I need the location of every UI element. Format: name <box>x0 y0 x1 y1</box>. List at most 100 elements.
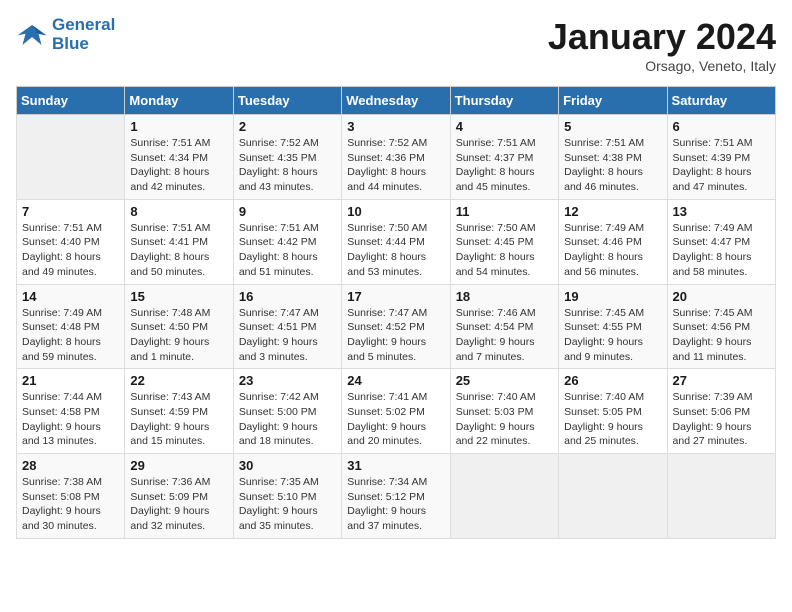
day-info: Sunrise: 7:41 AM Sunset: 5:02 PM Dayligh… <box>347 390 444 449</box>
day-number: 29 <box>130 458 227 473</box>
day-number: 7 <box>22 204 119 219</box>
day-number: 27 <box>673 373 770 388</box>
page-header: General Blue January 2024 Orsago, Veneto… <box>16 16 776 74</box>
day-info: Sunrise: 7:52 AM Sunset: 4:36 PM Dayligh… <box>347 136 444 195</box>
calendar-cell: 11Sunrise: 7:50 AM Sunset: 4:45 PM Dayli… <box>450 199 558 284</box>
day-number: 8 <box>130 204 227 219</box>
day-number: 5 <box>564 119 661 134</box>
day-info: Sunrise: 7:49 AM Sunset: 4:47 PM Dayligh… <box>673 221 770 280</box>
day-info: Sunrise: 7:47 AM Sunset: 4:52 PM Dayligh… <box>347 306 444 365</box>
day-info: Sunrise: 7:40 AM Sunset: 5:05 PM Dayligh… <box>564 390 661 449</box>
column-header-friday: Friday <box>559 87 667 115</box>
calendar-cell: 14Sunrise: 7:49 AM Sunset: 4:48 PM Dayli… <box>17 284 125 369</box>
month-title: January 2024 <box>548 16 776 58</box>
calendar-cell: 12 Sunrise: 7:49 AM Sunset: 4:46 PM Dayli… <box>559 199 667 284</box>
title-block: January 2024 Orsago, Veneto, Italy <box>548 16 776 74</box>
day-info: Sunrise: 7:45 AM Sunset: 4:56 PM Dayligh… <box>673 306 770 365</box>
day-info: Sunrise: 7:39 AM Sunset: 5:06 PM Dayligh… <box>673 390 770 449</box>
calendar-cell: 20 Sunrise: 7:45 AM Sunset: 4:56 PM Dayli… <box>667 284 775 369</box>
day-info: Sunrise: 7:50 AM Sunset: 4:44 PM Dayligh… <box>347 221 444 280</box>
column-header-monday: Monday <box>125 87 233 115</box>
calendar-cell: 29 Sunrise: 7:36 AM Sunset: 5:09 PM Dayli… <box>125 454 233 539</box>
logo-text: General Blue <box>52 16 115 53</box>
calendar-cell: 21 Sunrise: 7:44 AM Sunset: 4:58 PM Dayli… <box>17 369 125 454</box>
calendar-cell: 10 Sunrise: 7:50 AM Sunset: 4:44 PM Dayli… <box>342 199 450 284</box>
day-number: 26 <box>564 373 661 388</box>
logo: General Blue <box>16 16 115 53</box>
day-number: 28 <box>22 458 119 473</box>
day-info: Sunrise: 7:51 AM Sunset: 4:38 PM Dayligh… <box>564 136 661 195</box>
day-info: Sunrise: 7:38 AM Sunset: 5:08 PM Dayligh… <box>22 475 119 534</box>
day-number: 12 <box>564 204 661 219</box>
calendar-cell: 18Sunrise: 7:46 AM Sunset: 4:54 PM Dayli… <box>450 284 558 369</box>
day-number: 20 <box>673 289 770 304</box>
day-info: Sunrise: 7:51 AM Sunset: 4:42 PM Dayligh… <box>239 221 336 280</box>
day-info: Sunrise: 7:35 AM Sunset: 5:10 PM Dayligh… <box>239 475 336 534</box>
day-info: Sunrise: 7:50 AM Sunset: 4:45 PM Dayligh… <box>456 221 553 280</box>
day-number: 18 <box>456 289 553 304</box>
day-number: 31 <box>347 458 444 473</box>
calendar-cell <box>17 115 125 200</box>
calendar-week-2: 14Sunrise: 7:49 AM Sunset: 4:48 PM Dayli… <box>17 284 776 369</box>
calendar-table: SundayMondayTuesdayWednesdayThursdayFrid… <box>16 86 776 539</box>
day-number: 4 <box>456 119 553 134</box>
day-number: 30 <box>239 458 336 473</box>
day-number: 3 <box>347 119 444 134</box>
day-info: Sunrise: 7:51 AM Sunset: 4:39 PM Dayligh… <box>673 136 770 195</box>
column-header-saturday: Saturday <box>667 87 775 115</box>
day-info: Sunrise: 7:40 AM Sunset: 5:03 PM Dayligh… <box>456 390 553 449</box>
calendar-cell <box>559 454 667 539</box>
day-number: 17 <box>347 289 444 304</box>
day-info: Sunrise: 7:48 AM Sunset: 4:50 PM Dayligh… <box>130 306 227 365</box>
day-info: Sunrise: 7:47 AM Sunset: 4:51 PM Dayligh… <box>239 306 336 365</box>
logo-icon <box>16 21 48 49</box>
calendar-cell: 26 Sunrise: 7:40 AM Sunset: 5:05 PM Dayli… <box>559 369 667 454</box>
column-header-sunday: Sunday <box>17 87 125 115</box>
calendar-header: SundayMondayTuesdayWednesdayThursdayFrid… <box>17 87 776 115</box>
calendar-cell: 19Sunrise: 7:45 AM Sunset: 4:55 PM Dayli… <box>559 284 667 369</box>
calendar-cell: 4 Sunrise: 7:51 AM Sunset: 4:37 PM Daylig… <box>450 115 558 200</box>
calendar-cell: 2Sunrise: 7:52 AM Sunset: 4:35 PM Daylig… <box>233 115 341 200</box>
day-info: Sunrise: 7:49 AM Sunset: 4:46 PM Dayligh… <box>564 221 661 280</box>
calendar-cell: 1 Sunrise: 7:51 AM Sunset: 4:34 PM Daylig… <box>125 115 233 200</box>
calendar-cell: 28 Sunrise: 7:38 AM Sunset: 5:08 PM Dayli… <box>17 454 125 539</box>
day-number: 1 <box>130 119 227 134</box>
day-info: Sunrise: 7:45 AM Sunset: 4:55 PM Dayligh… <box>564 306 661 365</box>
day-number: 15 <box>130 289 227 304</box>
calendar-cell: 23Sunrise: 7:42 AM Sunset: 5:00 PM Dayli… <box>233 369 341 454</box>
day-number: 22 <box>130 373 227 388</box>
calendar-cell: 3 Sunrise: 7:52 AM Sunset: 4:36 PM Daylig… <box>342 115 450 200</box>
calendar-cell: 17 Sunrise: 7:47 AM Sunset: 4:52 PM Dayli… <box>342 284 450 369</box>
calendar-cell: 8 Sunrise: 7:51 AM Sunset: 4:41 PM Daylig… <box>125 199 233 284</box>
day-info: Sunrise: 7:36 AM Sunset: 5:09 PM Dayligh… <box>130 475 227 534</box>
calendar-cell: 22 Sunrise: 7:43 AM Sunset: 4:59 PM Dayli… <box>125 369 233 454</box>
day-number: 9 <box>239 204 336 219</box>
day-number: 21 <box>22 373 119 388</box>
day-number: 24 <box>347 373 444 388</box>
calendar-cell <box>667 454 775 539</box>
day-info: Sunrise: 7:51 AM Sunset: 4:34 PM Dayligh… <box>130 136 227 195</box>
column-header-wednesday: Wednesday <box>342 87 450 115</box>
day-info: Sunrise: 7:43 AM Sunset: 4:59 PM Dayligh… <box>130 390 227 449</box>
day-info: Sunrise: 7:49 AM Sunset: 4:48 PM Dayligh… <box>22 306 119 365</box>
calendar-week-4: 28 Sunrise: 7:38 AM Sunset: 5:08 PM Dayli… <box>17 454 776 539</box>
calendar-cell: 7 Sunrise: 7:51 AM Sunset: 4:40 PM Daylig… <box>17 199 125 284</box>
calendar-week-0: 1 Sunrise: 7:51 AM Sunset: 4:34 PM Daylig… <box>17 115 776 200</box>
day-number: 16 <box>239 289 336 304</box>
column-header-tuesday: Tuesday <box>233 87 341 115</box>
calendar-cell: 30 Sunrise: 7:35 AM Sunset: 5:10 PM Dayli… <box>233 454 341 539</box>
day-number: 10 <box>347 204 444 219</box>
calendar-cell: 31Sunrise: 7:34 AM Sunset: 5:12 PM Dayli… <box>342 454 450 539</box>
column-header-thursday: Thursday <box>450 87 558 115</box>
calendar-body: 1 Sunrise: 7:51 AM Sunset: 4:34 PM Daylig… <box>17 115 776 539</box>
calendar-cell: 27 Sunrise: 7:39 AM Sunset: 5:06 PM Dayli… <box>667 369 775 454</box>
day-info: Sunrise: 7:51 AM Sunset: 4:37 PM Dayligh… <box>456 136 553 195</box>
calendar-cell: 6 Sunrise: 7:51 AM Sunset: 4:39 PM Daylig… <box>667 115 775 200</box>
day-number: 2 <box>239 119 336 134</box>
day-info: Sunrise: 7:44 AM Sunset: 4:58 PM Dayligh… <box>22 390 119 449</box>
day-info: Sunrise: 7:51 AM Sunset: 4:40 PM Dayligh… <box>22 221 119 280</box>
day-info: Sunrise: 7:51 AM Sunset: 4:41 PM Dayligh… <box>130 221 227 280</box>
day-number: 13 <box>673 204 770 219</box>
calendar-cell: 13 Sunrise: 7:49 AM Sunset: 4:47 PM Dayli… <box>667 199 775 284</box>
day-number: 6 <box>673 119 770 134</box>
